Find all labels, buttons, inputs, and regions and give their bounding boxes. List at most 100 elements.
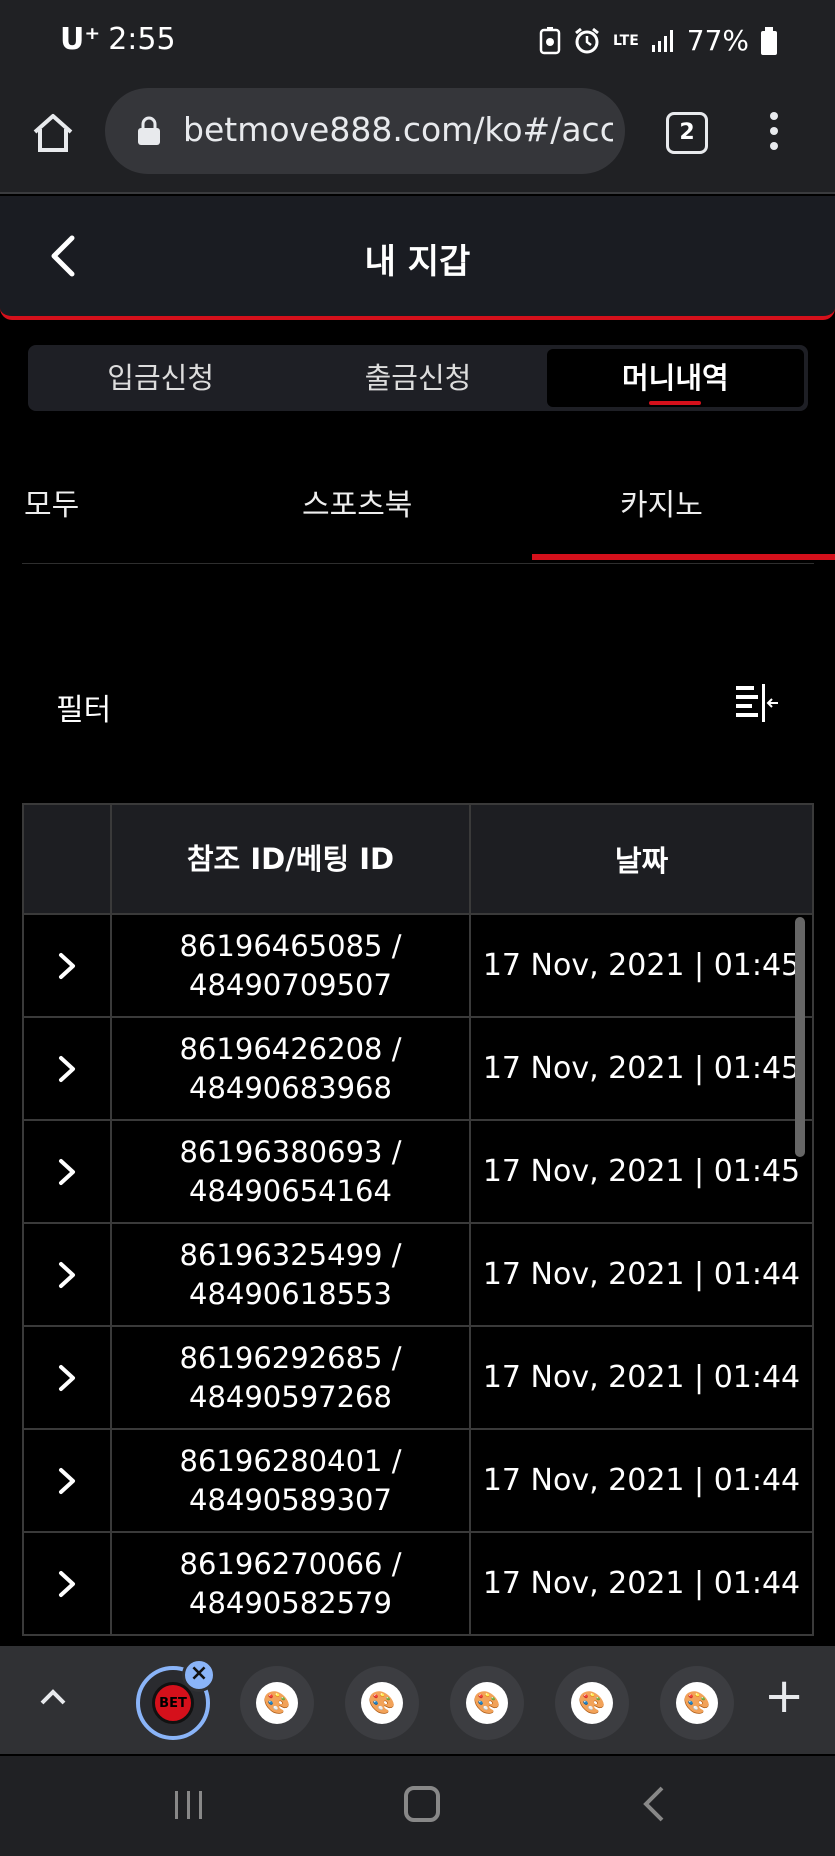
table-body: 86196465085 / 48490709507 17 Nov, 2021 | 0… — [24, 915, 814, 1636]
ref-bet-id-cell: 86196270066 / 48490582579 — [112, 1533, 471, 1636]
bet-id: 48490618553 — [189, 1276, 392, 1311]
table-row[interactable]: 86196280401 / 48490589307 17 Nov, 2021 | 0… — [24, 1430, 814, 1533]
site-favicon-icon: 🎨 — [571, 1682, 613, 1724]
expand-cell[interactable] — [24, 1430, 112, 1533]
ref-id: 86196465085 / — [179, 928, 402, 963]
home-nav-icon[interactable] — [404, 1786, 440, 1822]
ref-id: 86196292685 / — [179, 1340, 402, 1375]
back-nav-icon[interactable] — [640, 1784, 666, 1824]
filter-toggle-icon[interactable] — [734, 683, 780, 723]
date-cell: 17 Nov, 2021 | 01:44 — [471, 1224, 814, 1327]
ref-bet-id-cell: 86196426208 / 48490683968 — [112, 1018, 471, 1121]
signal-icon — [651, 29, 673, 52]
battery-percent: 77% — [686, 24, 749, 57]
date-cell: 17 Nov, 2021 | 01:45 — [471, 1121, 814, 1224]
ref-bet-id-cell: 86196292685 / 48490597268 — [112, 1327, 471, 1430]
battery-saver-icon — [539, 26, 561, 54]
ref-id: 86196280401 / — [179, 1443, 402, 1478]
header-expand-column — [24, 805, 112, 915]
ref-id: 86196270066 / — [179, 1546, 402, 1581]
browser-tab-strip: BET × 🎨 🎨 🎨 🎨 🎨 + — [0, 1646, 835, 1754]
date-cell: 17 Nov, 2021 | 01:44 — [471, 1430, 814, 1533]
status-bar: U⁺ 2:55 LTE 77% — [0, 0, 835, 88]
table-scrollbar[interactable] — [795, 917, 805, 1157]
page-header: 내 지갑 — [0, 196, 835, 320]
clock: 2:55 — [108, 22, 176, 57]
tab-casino[interactable]: 카지노 — [620, 480, 703, 524]
expand-cell[interactable] — [24, 1018, 112, 1121]
bet-id: 48490654164 — [189, 1173, 392, 1208]
chevron-right-icon[interactable] — [54, 1363, 80, 1393]
tab-thumbnail[interactable]: 🎨 — [240, 1666, 314, 1740]
table-row[interactable]: 86196292685 / 48490597268 17 Nov, 2021 | 0… — [24, 1327, 814, 1430]
table-header: 참조 ID/베팅 ID 날짜 — [24, 805, 814, 915]
bet-id: 48490582579 — [189, 1585, 392, 1620]
table-row[interactable]: 86196325499 / 48490618553 17 Nov, 2021 | 0… — [24, 1224, 814, 1327]
chevron-right-icon[interactable] — [54, 1157, 80, 1187]
chevron-up-icon[interactable] — [36, 1680, 70, 1714]
alarm-icon — [575, 27, 599, 53]
bet-id: 48490589307 — [189, 1482, 392, 1517]
history-table: 참조 ID/베팅 ID 날짜 86196465085 / 48490709507 1… — [22, 803, 814, 1636]
close-tab-icon[interactable]: × — [182, 1658, 216, 1692]
tab-deposit-request[interactable]: 입금신청 — [32, 349, 289, 407]
tab-switcher-button[interactable]: 2 — [666, 112, 708, 154]
chevron-right-icon[interactable] — [54, 1569, 80, 1599]
site-favicon-icon: 🎨 — [256, 1682, 298, 1724]
chevron-right-icon[interactable] — [54, 1466, 80, 1496]
ref-id: 86196380693 / — [179, 1134, 402, 1169]
table-row[interactable]: 86196426208 / 48490683968 17 Nov, 2021 | 0… — [24, 1018, 814, 1121]
expand-cell[interactable] — [24, 1224, 112, 1327]
tab-withdraw-request[interactable]: 출금신청 — [289, 349, 546, 407]
more-menu-icon[interactable] — [764, 108, 784, 158]
tab-thumbnail[interactable]: 🎨 — [345, 1666, 419, 1740]
date-cell: 17 Nov, 2021 | 01:45 — [471, 915, 814, 1018]
table-row[interactable]: 86196465085 / 48490709507 17 Nov, 2021 | 0… — [24, 915, 814, 1018]
date-cell: 17 Nov, 2021 | 01:45 — [471, 1018, 814, 1121]
page-title: 내 지갑 — [364, 242, 471, 282]
site-favicon-icon: 🎨 — [466, 1682, 508, 1724]
tab-sportsbook[interactable]: 스포츠북 — [302, 480, 412, 524]
site-favicon-icon: 🎨 — [676, 1682, 718, 1724]
date-cell: 17 Nov, 2021 | 01:44 — [471, 1327, 814, 1430]
battery-icon — [761, 26, 777, 55]
expand-cell[interactable] — [24, 1533, 112, 1636]
table-row[interactable]: 86196380693 / 48490654164 17 Nov, 2021 | 0… — [24, 1121, 814, 1224]
tab-thumbnail[interactable]: 🎨 — [555, 1666, 629, 1740]
recent-apps-icon[interactable] — [172, 1788, 206, 1822]
ref-bet-id-cell: 86196325499 / 48490618553 — [112, 1224, 471, 1327]
home-icon[interactable] — [30, 110, 76, 156]
ref-id: 86196325499 / — [179, 1237, 402, 1272]
system-nav-bar — [0, 1756, 835, 1856]
expand-cell[interactable] — [24, 1121, 112, 1224]
ref-bet-id-cell: 86196465085 / 48490709507 — [112, 915, 471, 1018]
bet-id: 48490709507 — [189, 967, 392, 1002]
carrier-label: U⁺ — [60, 22, 101, 57]
header-ref-bet-id: 참조 ID/베팅 ID — [112, 805, 471, 915]
date-cell: 17 Nov, 2021 | 01:44 — [471, 1533, 814, 1636]
tab-thumbnail[interactable]: 🎨 — [450, 1666, 524, 1740]
chevron-right-icon[interactable] — [54, 1260, 80, 1290]
address-bar[interactable]: betmove888.com/ko#/acco — [105, 88, 625, 174]
tab-all[interactable]: 모두 — [24, 480, 79, 524]
bet-id: 48490597268 — [189, 1379, 392, 1414]
expand-cell[interactable] — [24, 915, 112, 1018]
ref-bet-id-cell: 86196280401 / 48490589307 — [112, 1430, 471, 1533]
new-tab-plus-icon[interactable]: + — [764, 1672, 804, 1720]
active-tab-indicator — [532, 554, 835, 560]
site-favicon-icon: 🎨 — [361, 1682, 403, 1724]
expand-cell[interactable] — [24, 1327, 112, 1430]
bet-id: 48490683968 — [189, 1070, 392, 1105]
filter-label[interactable]: 필터 — [56, 685, 111, 729]
table-row[interactable]: 86196270066 / 48490582579 17 Nov, 2021 | 0… — [24, 1533, 814, 1636]
category-tabs: 모두 스포츠북 카지노 — [22, 460, 835, 564]
chevron-right-icon[interactable] — [54, 951, 80, 981]
url-text[interactable]: betmove888.com/ko#/acco — [183, 110, 613, 149]
tab-money-history[interactable]: 머니내역 — [546, 349, 804, 407]
chevron-right-icon[interactable] — [54, 1054, 80, 1084]
browser-toolbar: betmove888.com/ko#/acco 2 — [0, 88, 835, 194]
tab-thumbnail[interactable]: 🎨 — [660, 1666, 734, 1740]
wallet-tabs: 입금신청 출금신청 머니내역 — [28, 345, 808, 411]
ref-id: 86196426208 / — [179, 1031, 402, 1066]
header-date: 날짜 — [471, 805, 814, 915]
